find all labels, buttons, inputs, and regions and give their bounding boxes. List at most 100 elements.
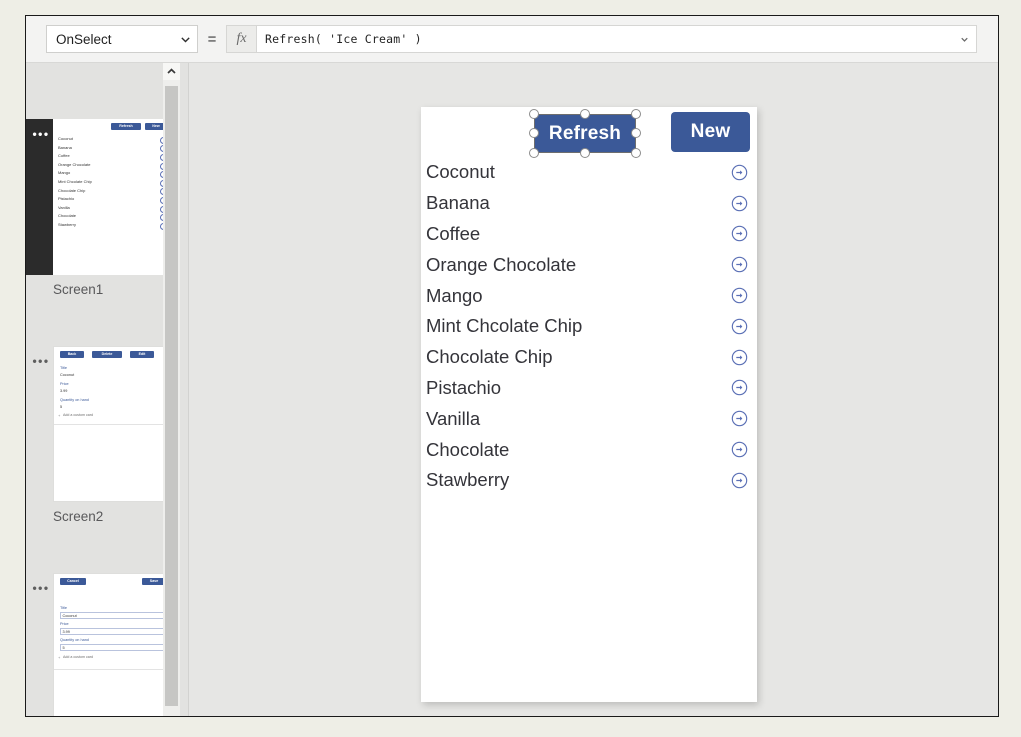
arrow-right-circle-icon[interactable]: [731, 318, 748, 335]
powerapps-studio-window: OnSelect = fx Refresh( 'Ice Cream' ) •••: [25, 15, 999, 717]
mini-gallery-row: Pistachio›: [58, 195, 167, 204]
work-area: ••• Refresh New Coconut›Banana›Coffee›Or…: [26, 63, 998, 716]
gallery-row[interactable]: Vanilla: [421, 403, 757, 434]
mini-field-value: Coconut: [60, 373, 75, 377]
resize-handle-middle-left[interactable]: [529, 128, 539, 138]
screen-thumbnail-1[interactable]: Refresh New Coconut›Banana›Coffee›Orange…: [53, 119, 171, 275]
arrow-right-circle-icon[interactable]: [731, 441, 748, 458]
mini-gallery-row-label: Chocolate: [58, 213, 77, 219]
gallery-row[interactable]: Coffee: [421, 219, 757, 250]
mini-field-value: 5: [60, 405, 63, 409]
screen-label-1: Screen1: [53, 282, 104, 297]
arrow-right-circle-icon[interactable]: [731, 472, 748, 489]
property-select[interactable]: OnSelect: [46, 25, 198, 53]
mini-field-label: Price: [60, 382, 69, 386]
mini-edit-screen: Cancel Save Title Coconut Price 3.99 Qua…: [54, 574, 170, 716]
mini-gallery-row: Banana›: [58, 144, 167, 153]
mini-gallery-row-label: Coffee: [58, 153, 70, 159]
ellipsis-icon[interactable]: •••: [30, 355, 52, 367]
plus-icon: +: [58, 413, 61, 418]
arrow-right-circle-icon[interactable]: [731, 195, 748, 212]
gallery-row-label: Mango: [426, 284, 483, 306]
gallery-row-label: Coconut: [426, 161, 495, 183]
mini-field-label: Quantity on hand: [60, 638, 89, 642]
resize-handle-middle-right[interactable]: [631, 128, 641, 138]
resize-handle-top-left[interactable]: [529, 109, 539, 119]
mini-gallery-row-label: Mango: [58, 170, 71, 176]
plus-icon: +: [58, 655, 61, 660]
screens-rail-scrollbar[interactable]: [163, 63, 180, 716]
gallery-row[interactable]: Mango: [421, 280, 757, 311]
chevron-up-icon: [167, 68, 176, 74]
mini-back-button: Back: [60, 351, 84, 358]
gallery-row[interactable]: Stawberry: [421, 465, 757, 496]
mini-detail-screen: Back Delete Edit Title Coconut Price 3.9…: [54, 347, 170, 501]
mini-gallery-row: Coffee›: [58, 152, 167, 161]
mini-gallery-screen: Refresh New Coconut›Banana›Coffee›Orange…: [53, 119, 171, 275]
arrow-right-circle-icon[interactable]: [731, 164, 748, 181]
resize-handle-top-center[interactable]: [580, 109, 590, 119]
gallery-row[interactable]: Coconut: [421, 157, 757, 188]
mini-gallery-row-label: Stawberry: [58, 222, 77, 227]
arrow-right-circle-icon[interactable]: [731, 256, 748, 273]
scroll-up-button[interactable]: [163, 63, 180, 80]
mini-gallery-row-label: Chocolate Chip: [58, 187, 86, 193]
new-button[interactable]: New: [671, 112, 750, 152]
ellipsis-icon[interactable]: •••: [30, 128, 52, 140]
gallery-row[interactable]: Banana: [421, 188, 757, 219]
mini-field-label: Title: [60, 606, 68, 610]
gallery-row-label: Orange Chocolate: [426, 253, 577, 275]
formula-input[interactable]: Refresh( 'Ice Cream' ): [256, 25, 977, 53]
screens-rail: ••• Refresh New Coconut›Banana›Coffee›Or…: [26, 63, 189, 716]
screen-thumbnail-3[interactable]: Cancel Save Title Coconut Price 3.99 Qua…: [53, 573, 171, 716]
mini-gallery-row-label: Vanilla: [58, 204, 70, 210]
equals-sign: =: [207, 30, 217, 48]
gallery-row-label: Coffee: [426, 222, 481, 244]
mini-divider: [54, 424, 170, 425]
gallery-row-label: Pistachio: [426, 376, 502, 398]
scrollbar-thumb[interactable]: [165, 86, 178, 706]
mini-edit-button: Edit: [130, 351, 154, 358]
mini-field-input: 3.99: [60, 628, 164, 635]
gallery-row[interactable]: Chocolate: [421, 434, 757, 465]
gallery-row-label: Chocolate: [426, 438, 510, 460]
mini-gallery-row-label: Orange Chocolate: [58, 161, 91, 167]
arrow-right-circle-icon[interactable]: [731, 410, 748, 427]
mini-field-input: 5: [60, 644, 164, 651]
gallery-row-label: Vanilla: [426, 407, 481, 429]
screen-thumbnail-2[interactable]: Back Delete Edit Title Coconut Price 3.9…: [53, 346, 171, 502]
mini-divider: [54, 669, 170, 670]
mini-add-card-label: Add a custom card: [63, 413, 93, 417]
mini-gallery-row: Chocolate Chip›: [58, 187, 167, 196]
arrow-right-circle-icon[interactable]: [731, 349, 748, 366]
gallery-row[interactable]: Pistachio: [421, 373, 757, 404]
mini-field-label: Quantity on hand: [60, 398, 89, 402]
gallery-row[interactable]: Mint Chcolate Chip: [421, 311, 757, 342]
arrow-right-circle-icon[interactable]: [731, 287, 748, 304]
screen-label-2: Screen2: [53, 509, 104, 524]
fx-icon: fx: [226, 25, 256, 53]
arrow-right-circle-icon[interactable]: [731, 225, 748, 242]
mini-field-input: Coconut: [60, 612, 164, 619]
arrow-right-circle-icon[interactable]: [731, 379, 748, 396]
mini-gallery-row-label: Mint Chcolate Chip: [58, 179, 92, 184]
mini-gallery-row: Orange Chocolate›: [58, 161, 167, 170]
mini-gallery-row: Coconut›: [58, 135, 167, 144]
gallery-row[interactable]: Orange Chocolate: [421, 249, 757, 280]
canvas-area: Refresh New Coconut Banana Coffee Orange Ch…: [189, 63, 998, 716]
mini-gallery-row: Mint Chcolate Chip›: [58, 178, 167, 187]
mini-gallery-row-label: Banana: [58, 144, 72, 150]
mini-field-label: Title: [60, 366, 68, 370]
gallery-list: Coconut Banana Coffee Orange Chocolate Mango…: [421, 157, 757, 496]
chevron-down-icon[interactable]: [959, 34, 970, 45]
formula-bar: OnSelect = fx Refresh( 'Ice Cream' ): [26, 16, 998, 63]
mini-refresh-button: Refresh: [111, 123, 141, 130]
resize-handle-top-right[interactable]: [631, 109, 641, 119]
chevron-down-icon: [181, 36, 190, 42]
gallery-row-label: Banana: [426, 192, 490, 214]
app-canvas: Refresh New Coconut Banana Coffee Orange Ch…: [421, 107, 757, 702]
formula-text: Refresh( 'Ice Cream' ): [265, 32, 422, 46]
ellipsis-icon[interactable]: •••: [30, 582, 52, 594]
gallery-row[interactable]: Chocolate Chip: [421, 342, 757, 373]
mini-gallery-row: Vanilla›: [58, 204, 167, 213]
